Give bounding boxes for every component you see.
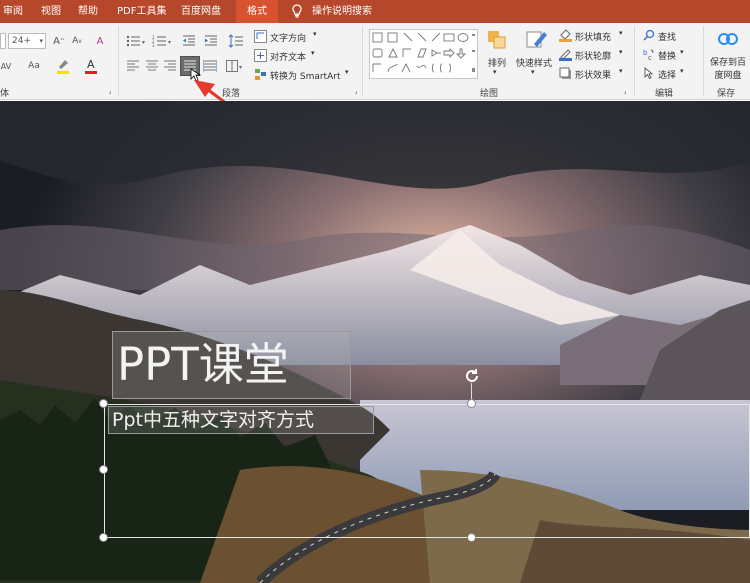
tab-pdf-tools[interactable]: PDF工具集 bbox=[117, 0, 166, 23]
rotate-icon[interactable] bbox=[463, 367, 481, 385]
clear-formatting-icon[interactable]: A bbox=[93, 34, 107, 48]
replace-icon[interactable]: bc bbox=[643, 48, 655, 60]
align-right-icon[interactable] bbox=[164, 60, 176, 72]
divider bbox=[362, 26, 363, 96]
chevron-down-icon: ▾ bbox=[313, 30, 317, 38]
resize-handle[interactable] bbox=[99, 399, 108, 408]
distributed-icon[interactable] bbox=[203, 60, 217, 72]
font-size-dropdown[interactable]: 24+ ▾ bbox=[8, 33, 46, 49]
chevron-down-icon: ▾ bbox=[619, 29, 623, 37]
chevron-down-icon: ▾ bbox=[619, 67, 623, 75]
lightbulb-icon bbox=[290, 0, 304, 23]
baidu-cloud-icon[interactable] bbox=[717, 28, 739, 50]
smartart-icon[interactable] bbox=[254, 68, 267, 81]
dialog-launcher-icon[interactable]: ⌟ bbox=[352, 87, 360, 95]
resize-handle[interactable] bbox=[99, 533, 108, 542]
font-group-label: 体 bbox=[0, 89, 10, 99]
decrease-indent-icon[interactable] bbox=[182, 34, 196, 48]
svg-text:▾: ▾ bbox=[168, 39, 171, 46]
select-label[interactable]: 选择 bbox=[658, 68, 676, 81]
tab-view[interactable]: 视图 bbox=[41, 0, 61, 23]
arrange-label[interactable]: 排列 bbox=[488, 56, 506, 69]
shape-effects-icon[interactable] bbox=[559, 67, 572, 80]
svg-text:▾: ▾ bbox=[142, 39, 145, 46]
shrink-font-icon[interactable]: Av bbox=[70, 34, 84, 48]
svg-text:A: A bbox=[87, 58, 95, 71]
font-name-dropdown[interactable] bbox=[0, 33, 6, 49]
align-text-label[interactable]: 对齐文本 bbox=[270, 50, 306, 63]
resize-handle[interactable] bbox=[467, 533, 476, 542]
text-direction-label[interactable]: 文字方向 bbox=[270, 31, 306, 44]
search-icon[interactable] bbox=[643, 29, 655, 41]
highlight-icon[interactable] bbox=[56, 57, 70, 75]
align-text-icon[interactable] bbox=[254, 49, 267, 62]
chevron-down-icon: ▾ bbox=[680, 48, 684, 56]
ribbon-tab-bar: 审阅 视图 帮助 PDF工具集 百度网盘 格式 操作说明搜索 bbox=[0, 0, 750, 23]
divider bbox=[703, 26, 704, 96]
chevron-down-icon: ▾ bbox=[493, 68, 497, 76]
align-center-icon[interactable] bbox=[146, 60, 158, 72]
shapes-gallery[interactable] bbox=[369, 29, 478, 79]
pen-outline-icon[interactable] bbox=[559, 48, 572, 61]
chevron-down-icon: ▾ bbox=[311, 49, 315, 57]
tab-baidu-netdisk[interactable]: 百度网盘 bbox=[181, 0, 221, 23]
slide-title[interactable]: PPT课堂 bbox=[112, 331, 351, 399]
text-direction-icon[interactable] bbox=[254, 30, 267, 43]
select-arrow-icon[interactable] bbox=[643, 67, 655, 79]
bullets-icon[interactable]: ▾ bbox=[126, 34, 148, 48]
tab-help[interactable]: 帮助 bbox=[78, 0, 98, 23]
tab-review[interactable]: 审阅 bbox=[3, 0, 23, 23]
ribbon: 24+ ▾ A ^ Av A AV Aa A 体 ⌟ ▾ 1 2 3 ▾ ▾ 文… bbox=[0, 23, 750, 100]
quick-styles-icon[interactable] bbox=[526, 29, 548, 51]
mouse-cursor-icon bbox=[190, 68, 202, 82]
dialog-launcher-icon[interactable]: ⌟ bbox=[106, 87, 114, 95]
arrange-icon[interactable] bbox=[487, 30, 509, 52]
numbering-icon[interactable]: 1 2 3 ▾ bbox=[152, 34, 174, 48]
font-size-value: 24+ bbox=[12, 36, 31, 46]
dialog-launcher-icon[interactable]: ⌟ bbox=[621, 87, 629, 95]
paint-bucket-icon[interactable] bbox=[559, 29, 572, 42]
tab-format[interactable]: 格式 bbox=[236, 0, 278, 23]
increase-indent-icon[interactable] bbox=[204, 34, 218, 48]
chevron-down-icon: ▾ bbox=[531, 68, 535, 76]
columns-icon[interactable]: ▾ bbox=[226, 60, 244, 72]
find-label[interactable]: 查找 bbox=[658, 30, 676, 43]
editing-group-label: 编辑 bbox=[655, 89, 674, 99]
paragraph-group-label: 段落 bbox=[222, 89, 241, 99]
resize-handle[interactable] bbox=[467, 399, 476, 408]
divider bbox=[634, 26, 635, 96]
chevron-down-icon: ▾ bbox=[345, 68, 349, 76]
slide-subtitle[interactable]: Ppt中五种文字对齐方式 bbox=[108, 406, 374, 434]
tell-me-search[interactable]: 操作说明搜索 bbox=[312, 0, 372, 23]
chevron-down-icon: ▾ bbox=[680, 67, 684, 75]
font-color-icon[interactable]: A bbox=[84, 57, 98, 75]
change-case-icon[interactable]: Aa bbox=[24, 59, 44, 73]
chevron-down-icon: ▾ bbox=[39, 37, 43, 45]
resize-handle[interactable] bbox=[99, 465, 108, 474]
convert-smartart-label[interactable]: 转换为 SmartArt bbox=[270, 69, 340, 82]
svg-text:3: 3 bbox=[152, 43, 155, 48]
svg-text:c: c bbox=[648, 54, 652, 60]
chevron-down-icon: ▾ bbox=[619, 48, 623, 56]
char-spacing-icon[interactable]: AV bbox=[0, 59, 12, 73]
svg-text:▾: ▾ bbox=[239, 64, 242, 71]
shape-outline-label[interactable]: 形状轮廓 bbox=[575, 49, 611, 62]
grow-font-icon[interactable]: A ^ bbox=[52, 34, 66, 48]
divider bbox=[118, 26, 119, 96]
align-left-icon[interactable] bbox=[127, 60, 139, 72]
shape-fill-label[interactable]: 形状填充 bbox=[575, 30, 611, 43]
save-to-baidu-label[interactable]: 保存到百度网盘 bbox=[708, 57, 748, 83]
drawing-group-label: 绘图 bbox=[480, 89, 499, 99]
replace-label[interactable]: 替换 bbox=[658, 49, 676, 62]
save-group-label: 保存 bbox=[717, 89, 736, 99]
shape-effects-label[interactable]: 形状效果 bbox=[575, 68, 611, 81]
line-spacing-icon[interactable] bbox=[228, 34, 246, 48]
